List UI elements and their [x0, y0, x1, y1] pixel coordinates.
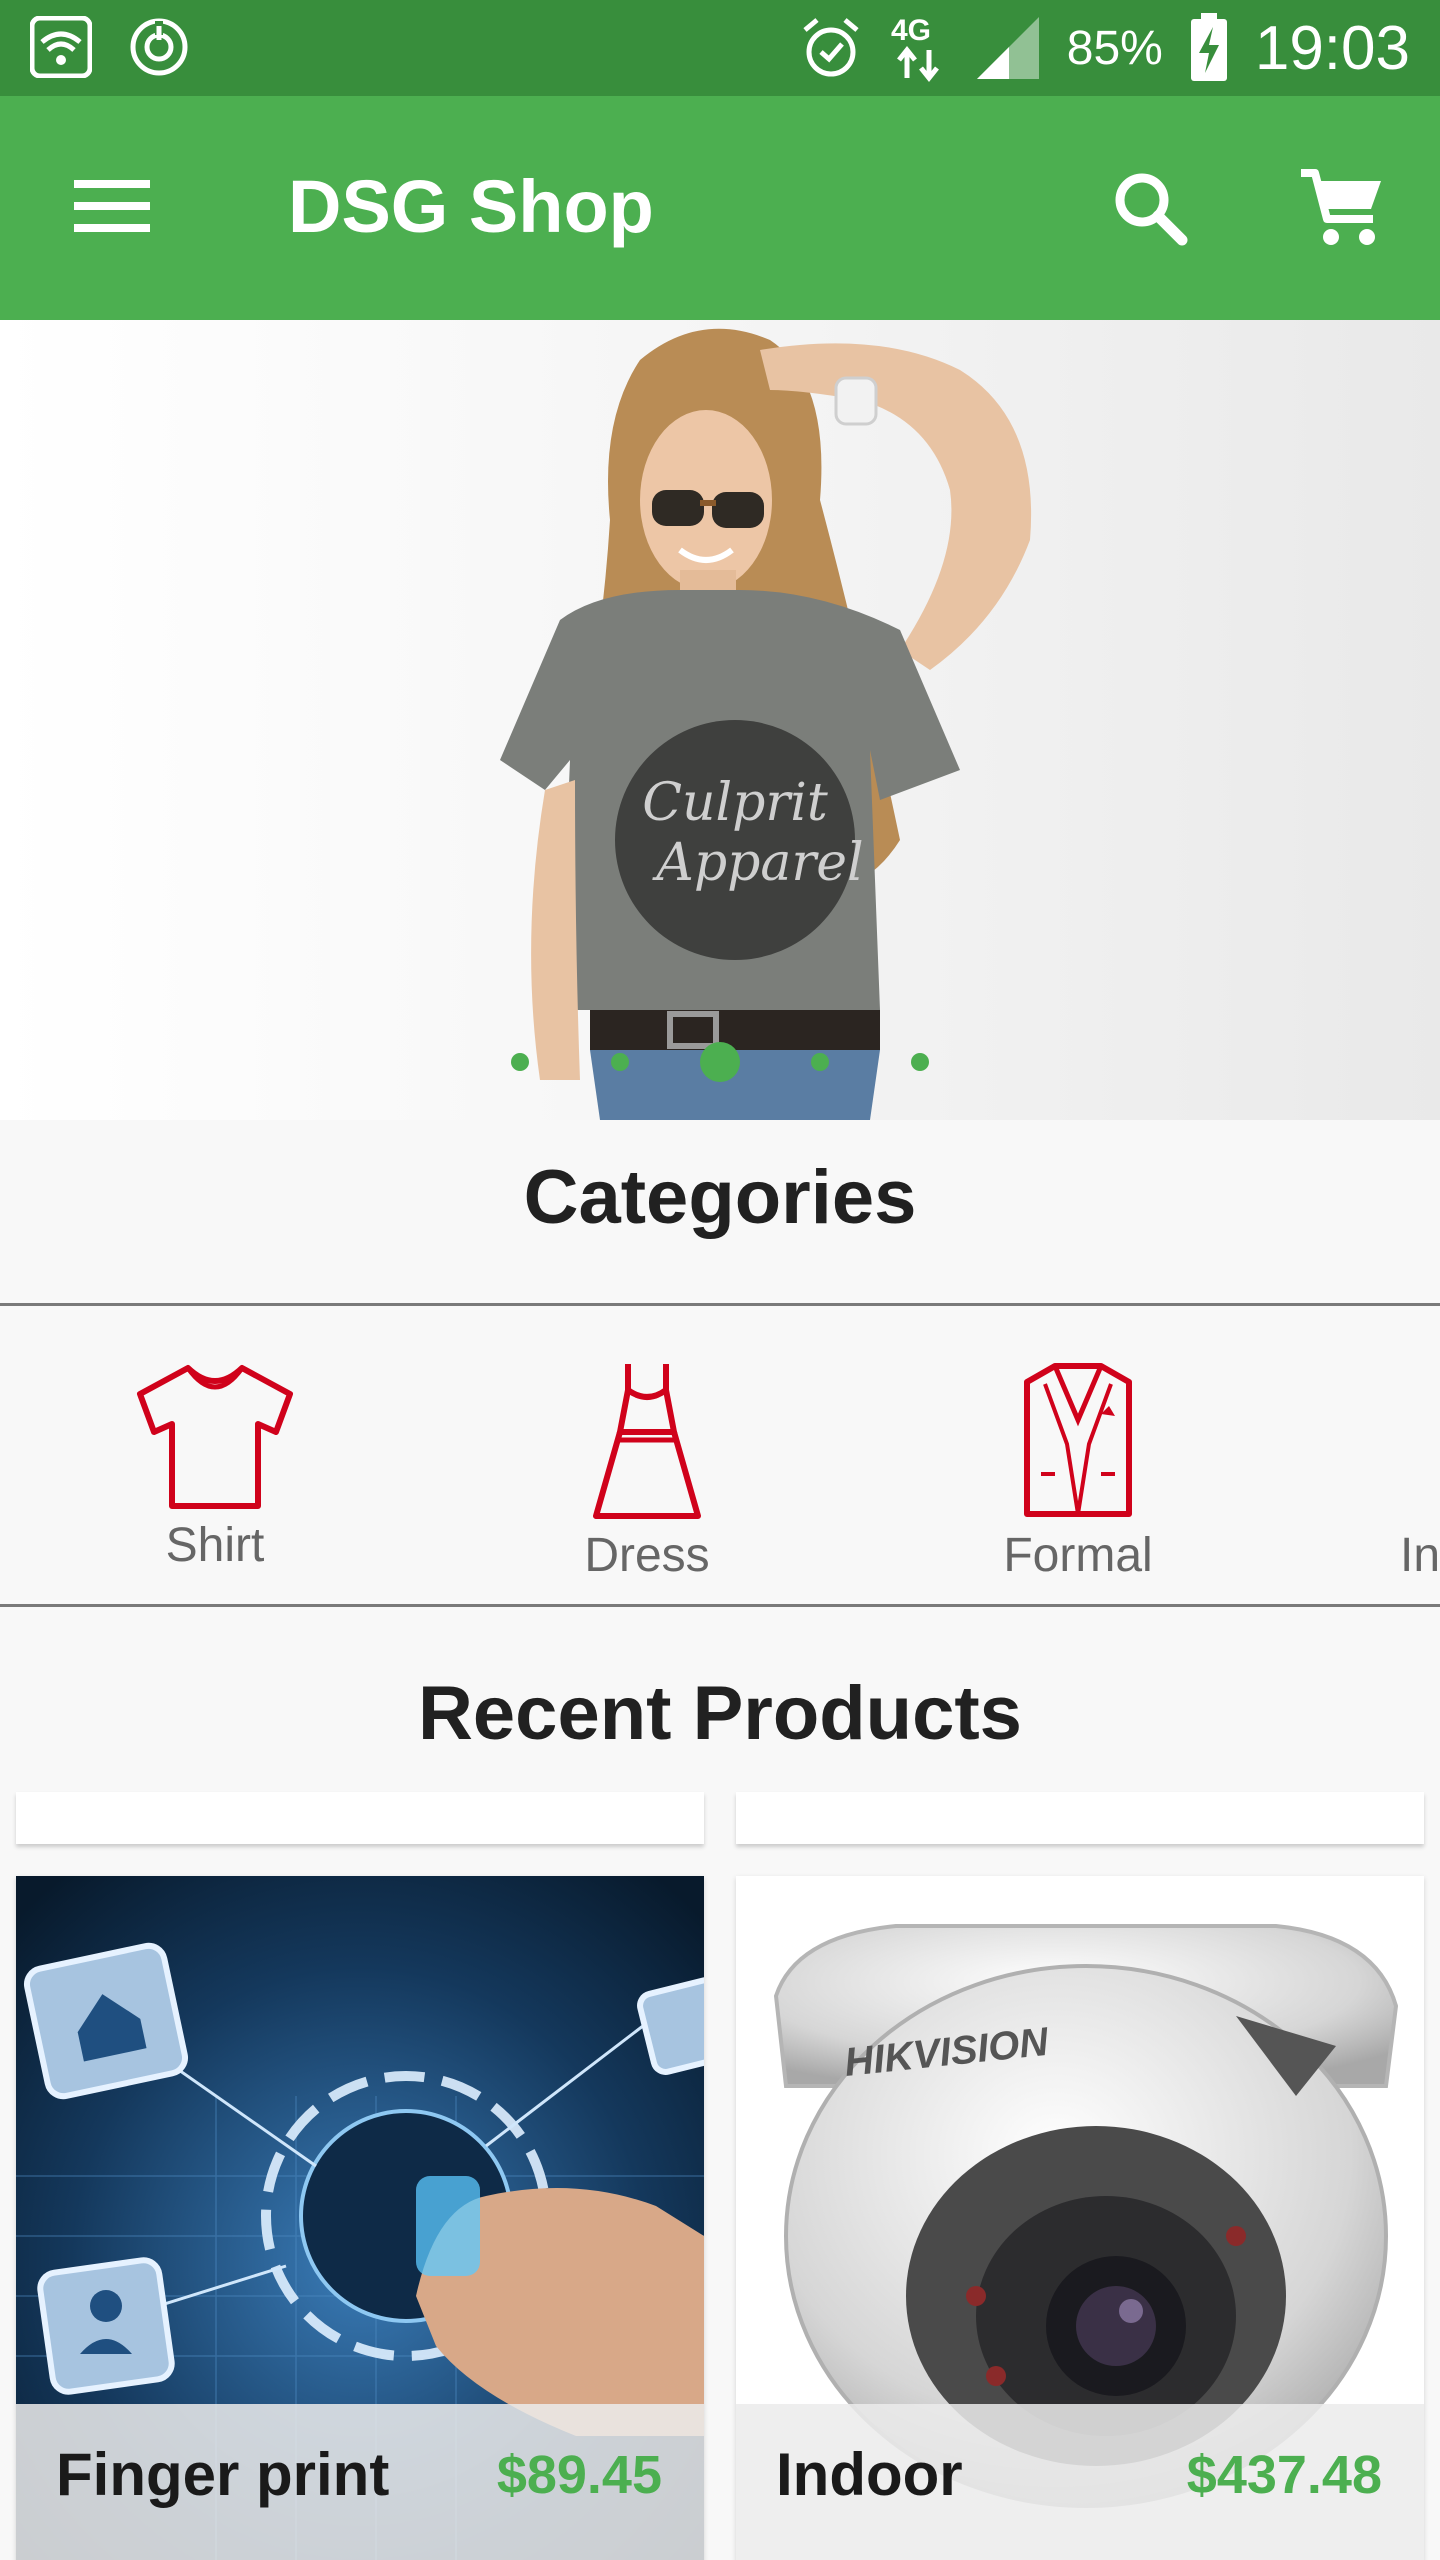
svg-text:4G: 4G [891, 14, 931, 47]
product-card-partial[interactable] [16, 1792, 704, 1844]
carousel-dot[interactable] [911, 1053, 929, 1071]
category-label: In [1400, 1529, 1440, 1582]
battery-percent: 85% [1066, 21, 1163, 75]
recent-products-title: Recent Products [418, 1671, 1022, 1756]
menu-button[interactable] [60, 168, 164, 248]
clock: 19:03 [1254, 13, 1410, 83]
network-type-icon: 4G [889, 12, 949, 84]
carousel-dot[interactable] [811, 1053, 829, 1071]
categories-title: Categories [523, 1155, 917, 1240]
category-dress[interactable]: Dress [517, 1360, 777, 1600]
product-card-fingerprint[interactable]: Finger print $89.45 [16, 1876, 704, 2560]
carousel-indicator [0, 1042, 1440, 1082]
status-bar: 4G 85% 19:03 [0, 0, 1440, 96]
category-label: Shirt [165, 1519, 265, 1572]
alarm-icon [799, 16, 863, 80]
product-name: Indoor [776, 2441, 963, 2508]
product-caption: Finger print $89.45 [16, 2404, 704, 2560]
app-bar: DSG Shop [0, 96, 1440, 320]
carousel-dot[interactable] [611, 1053, 629, 1071]
search-button[interactable] [1100, 160, 1200, 260]
divider [0, 1604, 1440, 1607]
product-price: $437.48 [1186, 2445, 1382, 2505]
signal-icon [975, 15, 1041, 81]
category-icon [1380, 1360, 1440, 1520]
categories-list: Shirt Dress Formal In [0, 1310, 1440, 1600]
cart-icon [1299, 167, 1385, 254]
sync-icon [128, 16, 190, 78]
category-label: Dress [584, 1529, 710, 1582]
banner-carousel[interactable]: Culprit Apparel [0, 320, 1440, 1120]
battery-charging-icon [1189, 13, 1229, 83]
category-shirt[interactable]: Shirt [85, 1360, 345, 1600]
product-name: Finger print [56, 2441, 390, 2508]
formal-icon [948, 1360, 1208, 1520]
wifi-icon [30, 16, 92, 78]
app-title: DSG Shop [288, 165, 654, 248]
menu-icon [74, 178, 150, 239]
divider [0, 1303, 1440, 1306]
carousel-dot-active[interactable] [700, 1042, 740, 1082]
product-price: $89.45 [496, 2445, 662, 2505]
product-card-partial[interactable] [736, 1792, 1424, 1844]
shirt-text-line1: Culprit [642, 773, 828, 833]
shirt-text-line2: Apparel [652, 833, 863, 893]
shirt-icon [85, 1360, 345, 1510]
category-partial[interactable]: In [1380, 1360, 1440, 1600]
cart-button[interactable] [1290, 160, 1394, 260]
category-formal[interactable]: Formal [948, 1360, 1208, 1600]
category-label: Formal [1003, 1529, 1153, 1582]
search-icon [1112, 170, 1188, 251]
product-caption: Indoor $437.48 [736, 2404, 1424, 2560]
banner-model-image: Culprit Apparel [500, 328, 1032, 1120]
product-card-indoor[interactable]: HIKVISION Indoor $437.48 [736, 1876, 1424, 2560]
dress-icon [517, 1360, 777, 1520]
carousel-dot[interactable] [511, 1053, 529, 1071]
